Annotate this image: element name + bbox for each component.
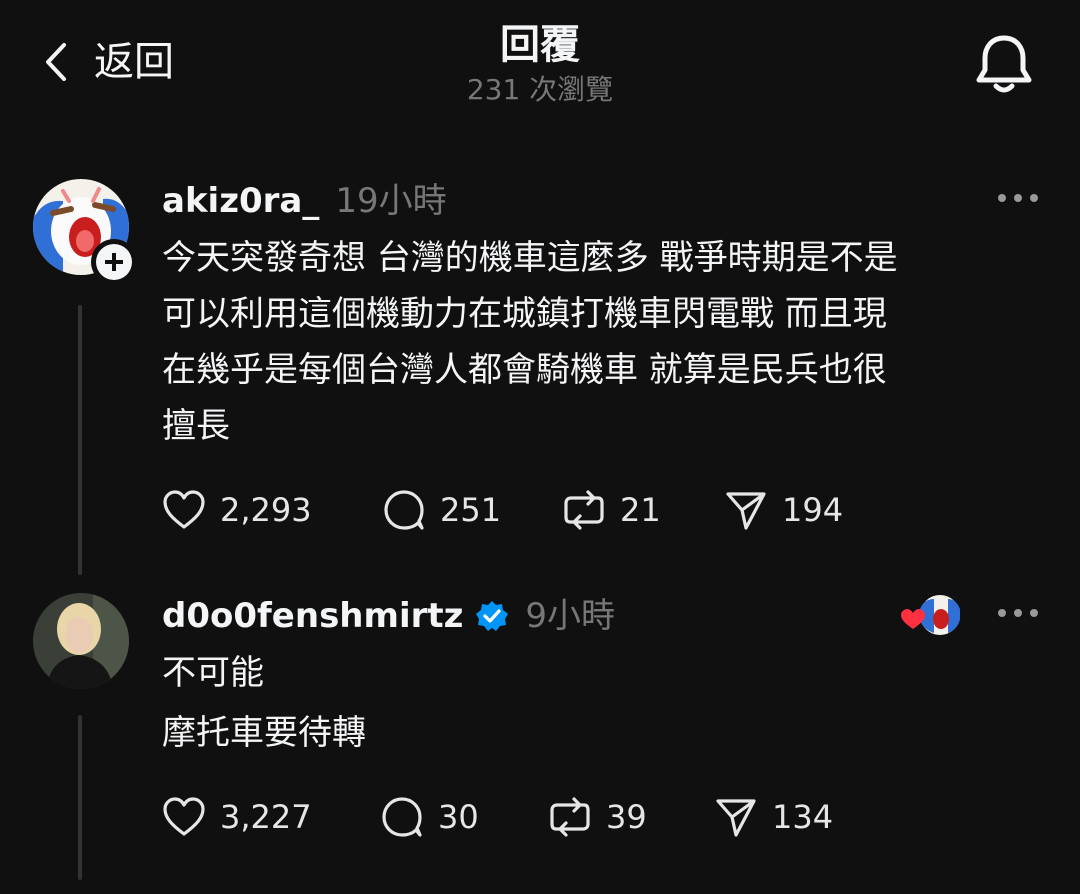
comment-icon [384, 490, 424, 530]
like-count: 3,227 [220, 798, 312, 836]
thread-line [78, 305, 82, 575]
avatar-photo-image [33, 593, 129, 689]
post-text-line: 擅長 [162, 406, 230, 446]
post-time: 19小時 [335, 181, 447, 221]
repost-count: 39 [606, 798, 647, 836]
comment-count: 251 [440, 491, 502, 529]
post-text-line: 在幾乎是每個台灣人都會騎機車 就算是民兵也很 [162, 350, 887, 390]
more-options-icon[interactable] [998, 603, 1038, 623]
like-count: 2,293 [220, 491, 312, 529]
repost-icon [550, 797, 590, 837]
share-count: 134 [772, 798, 834, 836]
comment-count: 30 [438, 798, 479, 836]
send-icon [716, 799, 756, 837]
more-options-icon[interactable] [998, 188, 1038, 208]
post-text-line: 不可能 [162, 653, 264, 693]
repost-button[interactable]: 21 [560, 484, 661, 536]
post-text-line: 今天突發奇想 台灣的機車這麼多 戰爭時期是不是 [162, 238, 898, 278]
page-title: 回覆 [500, 22, 580, 68]
post-text-line: 可以利用這個機動力在城鎮打機車閃電戰 而且現 [162, 294, 887, 334]
repost-count: 21 [620, 491, 661, 529]
comment-icon [382, 797, 422, 837]
username[interactable]: akiz0ra_ [162, 178, 319, 224]
post-text-line: 摩托車要待轉 [162, 713, 366, 753]
like-button[interactable]: 2,293 [160, 484, 312, 536]
heart-icon [163, 797, 205, 836]
heart-icon [163, 490, 205, 529]
send-icon [726, 492, 766, 530]
follow-button[interactable] [91, 239, 137, 285]
share-count: 194 [782, 491, 844, 529]
plus-icon [96, 244, 132, 280]
repost-button[interactable]: 39 [546, 791, 647, 843]
comment-button[interactable]: 251 [380, 484, 501, 536]
repost-icon [564, 490, 604, 530]
like-button[interactable]: 3,227 [160, 791, 312, 843]
verified-badge-icon [476, 601, 509, 631]
view-count: 231 次瀏覽 [466, 73, 614, 106]
thread-line [78, 715, 82, 880]
bell-icon[interactable] [974, 32, 1034, 96]
share-button[interactable]: 134 [712, 791, 833, 843]
post-text: 不可能 摩托車要待轉 [162, 645, 1042, 761]
share-button[interactable]: 194 [722, 484, 843, 536]
username[interactable]: d0o0fenshmirtz [162, 593, 463, 639]
comment-button[interactable]: 30 [378, 791, 479, 843]
author-liked-icon [901, 593, 962, 637]
top-bar: 返回 回覆 231 次瀏覽 [0, 0, 1080, 120]
avatar[interactable] [33, 593, 129, 689]
post-time: 9小時 [525, 596, 616, 636]
post-text: 今天突發奇想 台灣的機車這麼多 戰爭時期是不是 可以利用這個機動力在城鎮打機車閃… [162, 230, 1042, 454]
